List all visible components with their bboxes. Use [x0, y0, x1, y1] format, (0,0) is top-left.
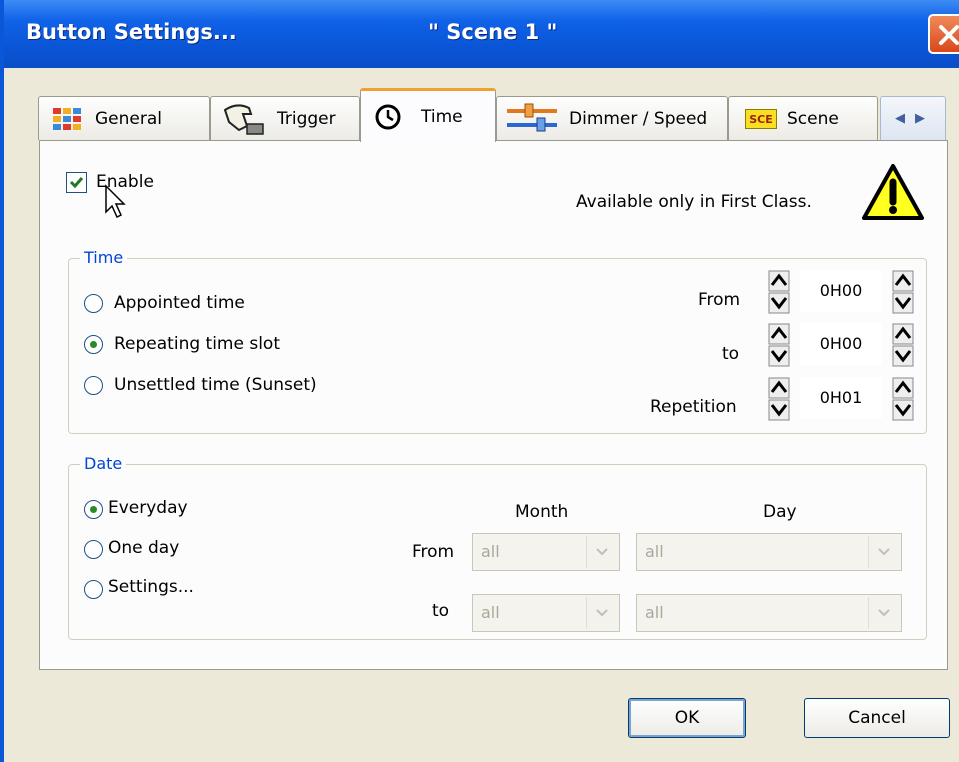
to-minute-spin-icon[interactable] [892, 323, 914, 367]
radio-appointed-time[interactable] [84, 294, 103, 313]
tab-scroll-left-icon[interactable]: ◀ [895, 111, 905, 126]
radio-settings[interactable] [84, 580, 103, 599]
tab-time[interactable]: Time [360, 88, 496, 142]
cancel-button[interactable]: Cancel [804, 698, 950, 738]
tab-trigger-label: Trigger [277, 108, 336, 129]
time-group-title: Time [80, 248, 128, 267]
title-bar[interactable]: Button Settings... " Scene 1 " [4, 0, 959, 68]
slider-icon [507, 103, 557, 131]
chevron-down-icon [586, 536, 617, 568]
trigger-hand-icon [223, 103, 264, 135]
window-title: Button Settings... [26, 20, 237, 44]
date-from-label: From [412, 542, 455, 562]
radio-repeating-time-slot[interactable] [84, 335, 103, 354]
tab-scene[interactable]: SCE Scene [728, 96, 878, 140]
chevron-down-icon [868, 536, 899, 568]
time-from-label: From [698, 290, 741, 310]
from-day-value: all [645, 542, 664, 561]
repetition-minute-spin-icon[interactable] [892, 377, 914, 421]
month-header: Month [515, 502, 569, 522]
repeating-time-slot-label: Repeating time slot [114, 334, 280, 354]
time-from-field[interactable]: 0H00 [800, 270, 882, 312]
mouse-cursor-icon [105, 184, 126, 219]
time-to-label: to [722, 344, 740, 364]
button-settings-window: Button Settings... " Scene 1 " General T… [0, 0, 959, 762]
everyday-label: Everyday [108, 498, 188, 518]
tab-scroll-right-icon[interactable]: ▶ [915, 111, 925, 126]
clock-icon [375, 104, 401, 129]
to-hour-spin-icon[interactable] [768, 323, 790, 367]
time-repetition-field[interactable]: 0H01 [800, 377, 882, 419]
unsettled-time-label: Unsettled time (Sunset) [114, 375, 317, 395]
tab-trigger[interactable]: Trigger [210, 96, 360, 140]
to-day-value: all [645, 603, 664, 622]
day-header: Day [763, 502, 797, 522]
scene-name: " Scene 1 " [428, 20, 558, 44]
tab-general[interactable]: General [38, 96, 210, 140]
to-month-select[interactable]: all [472, 594, 620, 632]
chevron-down-icon [868, 597, 899, 629]
one-day-label: One day [108, 538, 180, 558]
date-group-title: Date [80, 454, 127, 473]
from-minute-spin-icon[interactable] [892, 270, 914, 314]
general-grid-icon [53, 107, 81, 130]
tab-dimmer-speed-label: Dimmer / Speed [569, 108, 708, 129]
close-button[interactable] [928, 14, 959, 54]
ok-button[interactable]: OK [628, 698, 746, 738]
to-day-select[interactable]: all [636, 594, 902, 632]
from-day-select[interactable]: all [636, 533, 902, 571]
tab-time-label: Time [421, 106, 463, 127]
radio-one-day[interactable] [84, 540, 103, 559]
from-month-select[interactable]: all [472, 533, 620, 571]
radio-unsettled-time[interactable] [84, 376, 103, 395]
repetition-hour-spin-icon[interactable] [768, 377, 790, 421]
checkmark-icon [69, 177, 84, 189]
warning-icon [862, 164, 924, 220]
scene-icon: SCE [745, 108, 777, 129]
tab-general-label: General [95, 108, 162, 129]
time-repetition-label: Repetition [650, 397, 737, 417]
from-month-value: all [481, 542, 500, 561]
date-to-label: to [432, 601, 450, 621]
tab-scroll: ◀ ▶ [880, 96, 946, 140]
chevron-down-icon [586, 597, 617, 629]
radio-everyday[interactable] [84, 500, 103, 519]
time-to-field[interactable]: 0H00 [800, 323, 882, 365]
to-month-value: all [481, 603, 500, 622]
tab-scene-label: Scene [787, 108, 839, 129]
appointed-time-label: Appointed time [114, 293, 245, 313]
close-icon [939, 25, 959, 45]
enable-checkbox[interactable] [66, 172, 87, 193]
tab-dimmer-speed[interactable]: Dimmer / Speed [496, 96, 728, 140]
settings-label: Settings... [108, 577, 194, 597]
availability-note: Available only in First Class. [576, 192, 812, 212]
from-hour-spin-icon[interactable] [768, 270, 790, 314]
